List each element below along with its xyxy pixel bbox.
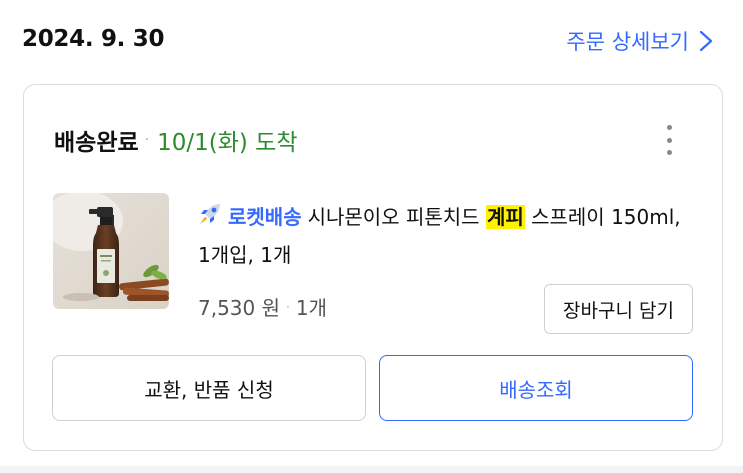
product-price: 7,530 원 <box>198 296 281 320</box>
product-name-highlight: 계피 <box>485 205 525 229</box>
section-divider <box>0 466 743 473</box>
track-delivery-button[interactable]: 배송조회 <box>379 355 693 421</box>
rocket-icon <box>198 202 224 226</box>
delivery-status-row: 배송완료 · 10/1(화) 도착 <box>54 123 297 157</box>
order-detail-label: 주문 상세보기 <box>566 30 689 54</box>
product-quantity: 1개 <box>295 296 327 320</box>
status-separator: · <box>144 132 150 148</box>
order-detail-link[interactable]: 주문 상세보기 <box>566 26 713 56</box>
product-info: 로켓배송 시나몬이오 피톤치드 계피 스프레이 150ml, 1개입, 1개 <box>198 198 688 274</box>
price-row: 7,530 원 · 1개 <box>198 292 327 321</box>
product-name-part: 시나몬이오 피톤치드 <box>307 205 486 229</box>
product-spray-bottle-image <box>53 193 169 309</box>
order-date: 2024. 9. 30 <box>22 26 165 52</box>
more-vertical-icon[interactable] <box>664 125 674 155</box>
chevron-right-icon <box>699 30 713 52</box>
price-separator: · <box>286 299 290 314</box>
order-card: 배송완료 · 10/1(화) 도착 로켓배송 시나몬이오 피톤치드 계피 스프레… <box>23 84 723 451</box>
add-to-cart-button[interactable]: 장바구니 담기 <box>544 284 693 334</box>
rocket-delivery-label: 로켓배송 <box>228 205 302 229</box>
product-title[interactable]: 로켓배송 시나몬이오 피톤치드 계피 스프레이 150ml, 1개입, 1개 <box>198 198 688 274</box>
arrival-date: 10/1(화) 도착 <box>157 130 298 156</box>
order-header: 2024. 9. 30 주문 상세보기 <box>0 0 743 84</box>
exchange-return-button[interactable]: 교환, 반품 신청 <box>52 355 366 421</box>
delivery-status: 배송완료 <box>54 130 139 156</box>
product-thumbnail[interactable] <box>53 193 169 309</box>
